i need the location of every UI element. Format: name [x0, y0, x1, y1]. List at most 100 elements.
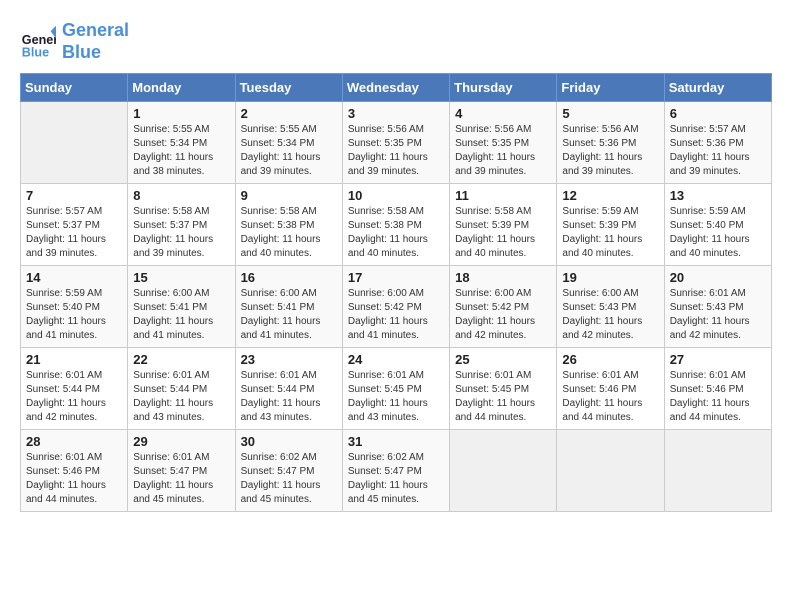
day-info: Sunrise: 5:55 AM Sunset: 5:34 PM Dayligh…: [241, 123, 337, 179]
day-number: 17: [348, 270, 444, 285]
calendar-cell: 6 Sunrise: 5:57 AM Sunset: 5:36 PM Dayli…: [664, 102, 771, 184]
calendar-table: SundayMondayTuesdayWednesdayThursdayFrid…: [20, 73, 772, 512]
day-info: Sunrise: 5:58 AM Sunset: 5:38 PM Dayligh…: [348, 205, 444, 261]
weekday-header-saturday: Saturday: [664, 74, 771, 102]
calendar-cell: 14 Sunrise: 5:59 AM Sunset: 5:40 PM Dayl…: [21, 266, 128, 348]
day-info: Sunrise: 6:01 AM Sunset: 5:44 PM Dayligh…: [26, 369, 122, 425]
day-number: 18: [455, 270, 551, 285]
day-info: Sunrise: 5:58 AM Sunset: 5:38 PM Dayligh…: [241, 205, 337, 261]
day-info: Sunrise: 6:00 AM Sunset: 5:43 PM Dayligh…: [562, 287, 658, 343]
day-info: Sunrise: 5:57 AM Sunset: 5:36 PM Dayligh…: [670, 123, 766, 179]
calendar-cell: [557, 430, 664, 512]
calendar-cell: 7 Sunrise: 5:57 AM Sunset: 5:37 PM Dayli…: [21, 184, 128, 266]
day-info: Sunrise: 6:01 AM Sunset: 5:46 PM Dayligh…: [670, 369, 766, 425]
day-info: Sunrise: 6:01 AM Sunset: 5:45 PM Dayligh…: [455, 369, 551, 425]
calendar-cell: 13 Sunrise: 5:59 AM Sunset: 5:40 PM Dayl…: [664, 184, 771, 266]
weekday-header-thursday: Thursday: [450, 74, 557, 102]
day-number: 25: [455, 352, 551, 367]
day-number: 23: [241, 352, 337, 367]
day-info: Sunrise: 6:00 AM Sunset: 5:42 PM Dayligh…: [455, 287, 551, 343]
calendar-cell: [450, 430, 557, 512]
day-info: Sunrise: 6:01 AM Sunset: 5:44 PM Dayligh…: [241, 369, 337, 425]
day-number: 6: [670, 106, 766, 121]
day-number: 4: [455, 106, 551, 121]
calendar-cell: 3 Sunrise: 5:56 AM Sunset: 5:35 PM Dayli…: [342, 102, 449, 184]
day-info: Sunrise: 5:56 AM Sunset: 5:35 PM Dayligh…: [348, 123, 444, 179]
day-number: 29: [133, 434, 229, 449]
day-info: Sunrise: 6:01 AM Sunset: 5:47 PM Dayligh…: [133, 451, 229, 507]
day-info: Sunrise: 6:02 AM Sunset: 5:47 PM Dayligh…: [348, 451, 444, 507]
day-number: 20: [670, 270, 766, 285]
calendar-cell: 28 Sunrise: 6:01 AM Sunset: 5:46 PM Dayl…: [21, 430, 128, 512]
day-info: Sunrise: 6:01 AM Sunset: 5:46 PM Dayligh…: [26, 451, 122, 507]
calendar-cell: 5 Sunrise: 5:56 AM Sunset: 5:36 PM Dayli…: [557, 102, 664, 184]
day-number: 3: [348, 106, 444, 121]
day-info: Sunrise: 5:59 AM Sunset: 5:40 PM Dayligh…: [26, 287, 122, 343]
calendar-week-5: 28 Sunrise: 6:01 AM Sunset: 5:46 PM Dayl…: [21, 430, 772, 512]
calendar-cell: [664, 430, 771, 512]
day-number: 9: [241, 188, 337, 203]
day-number: 28: [26, 434, 122, 449]
day-number: 30: [241, 434, 337, 449]
day-number: 10: [348, 188, 444, 203]
logo-icon: General Blue: [20, 24, 56, 60]
day-number: 21: [26, 352, 122, 367]
day-info: Sunrise: 5:59 AM Sunset: 5:39 PM Dayligh…: [562, 205, 658, 261]
logo: General Blue GeneralBlue: [20, 20, 129, 63]
day-info: Sunrise: 5:58 AM Sunset: 5:37 PM Dayligh…: [133, 205, 229, 261]
day-number: 31: [348, 434, 444, 449]
day-info: Sunrise: 6:00 AM Sunset: 5:41 PM Dayligh…: [241, 287, 337, 343]
day-info: Sunrise: 5:55 AM Sunset: 5:34 PM Dayligh…: [133, 123, 229, 179]
calendar-cell: 18 Sunrise: 6:00 AM Sunset: 5:42 PM Dayl…: [450, 266, 557, 348]
calendar-cell: [21, 102, 128, 184]
day-info: Sunrise: 5:56 AM Sunset: 5:36 PM Dayligh…: [562, 123, 658, 179]
day-number: 16: [241, 270, 337, 285]
weekday-header-friday: Friday: [557, 74, 664, 102]
calendar-cell: 27 Sunrise: 6:01 AM Sunset: 5:46 PM Dayl…: [664, 348, 771, 430]
calendar-week-4: 21 Sunrise: 6:01 AM Sunset: 5:44 PM Dayl…: [21, 348, 772, 430]
calendar-cell: 26 Sunrise: 6:01 AM Sunset: 5:46 PM Dayl…: [557, 348, 664, 430]
day-number: 15: [133, 270, 229, 285]
day-number: 26: [562, 352, 658, 367]
day-number: 8: [133, 188, 229, 203]
weekday-header-wednesday: Wednesday: [342, 74, 449, 102]
day-info: Sunrise: 6:01 AM Sunset: 5:45 PM Dayligh…: [348, 369, 444, 425]
day-number: 24: [348, 352, 444, 367]
calendar-cell: 29 Sunrise: 6:01 AM Sunset: 5:47 PM Dayl…: [128, 430, 235, 512]
day-number: 13: [670, 188, 766, 203]
calendar-week-1: 1 Sunrise: 5:55 AM Sunset: 5:34 PM Dayli…: [21, 102, 772, 184]
calendar-week-2: 7 Sunrise: 5:57 AM Sunset: 5:37 PM Dayli…: [21, 184, 772, 266]
calendar-cell: 9 Sunrise: 5:58 AM Sunset: 5:38 PM Dayli…: [235, 184, 342, 266]
day-info: Sunrise: 6:00 AM Sunset: 5:42 PM Dayligh…: [348, 287, 444, 343]
calendar-cell: 1 Sunrise: 5:55 AM Sunset: 5:34 PM Dayli…: [128, 102, 235, 184]
day-info: Sunrise: 6:01 AM Sunset: 5:44 PM Dayligh…: [133, 369, 229, 425]
calendar-cell: 24 Sunrise: 6:01 AM Sunset: 5:45 PM Dayl…: [342, 348, 449, 430]
calendar-cell: 19 Sunrise: 6:00 AM Sunset: 5:43 PM Dayl…: [557, 266, 664, 348]
svg-text:Blue: Blue: [22, 45, 49, 59]
calendar-cell: 11 Sunrise: 5:58 AM Sunset: 5:39 PM Dayl…: [450, 184, 557, 266]
weekday-header-monday: Monday: [128, 74, 235, 102]
calendar-cell: 2 Sunrise: 5:55 AM Sunset: 5:34 PM Dayli…: [235, 102, 342, 184]
calendar-cell: 30 Sunrise: 6:02 AM Sunset: 5:47 PM Dayl…: [235, 430, 342, 512]
day-number: 12: [562, 188, 658, 203]
day-info: Sunrise: 6:00 AM Sunset: 5:41 PM Dayligh…: [133, 287, 229, 343]
page-header: General Blue GeneralBlue: [20, 20, 772, 63]
day-info: Sunrise: 5:56 AM Sunset: 5:35 PM Dayligh…: [455, 123, 551, 179]
logo-name: GeneralBlue: [62, 20, 129, 63]
weekday-header-tuesday: Tuesday: [235, 74, 342, 102]
day-number: 11: [455, 188, 551, 203]
day-info: Sunrise: 5:57 AM Sunset: 5:37 PM Dayligh…: [26, 205, 122, 261]
calendar-cell: 16 Sunrise: 6:00 AM Sunset: 5:41 PM Dayl…: [235, 266, 342, 348]
day-number: 2: [241, 106, 337, 121]
day-info: Sunrise: 6:01 AM Sunset: 5:46 PM Dayligh…: [562, 369, 658, 425]
day-number: 19: [562, 270, 658, 285]
day-info: Sunrise: 5:59 AM Sunset: 5:40 PM Dayligh…: [670, 205, 766, 261]
day-info: Sunrise: 5:58 AM Sunset: 5:39 PM Dayligh…: [455, 205, 551, 261]
calendar-cell: 10 Sunrise: 5:58 AM Sunset: 5:38 PM Dayl…: [342, 184, 449, 266]
day-info: Sunrise: 6:01 AM Sunset: 5:43 PM Dayligh…: [670, 287, 766, 343]
calendar-cell: 4 Sunrise: 5:56 AM Sunset: 5:35 PM Dayli…: [450, 102, 557, 184]
day-number: 1: [133, 106, 229, 121]
calendar-cell: 31 Sunrise: 6:02 AM Sunset: 5:47 PM Dayl…: [342, 430, 449, 512]
day-number: 27: [670, 352, 766, 367]
day-info: Sunrise: 6:02 AM Sunset: 5:47 PM Dayligh…: [241, 451, 337, 507]
